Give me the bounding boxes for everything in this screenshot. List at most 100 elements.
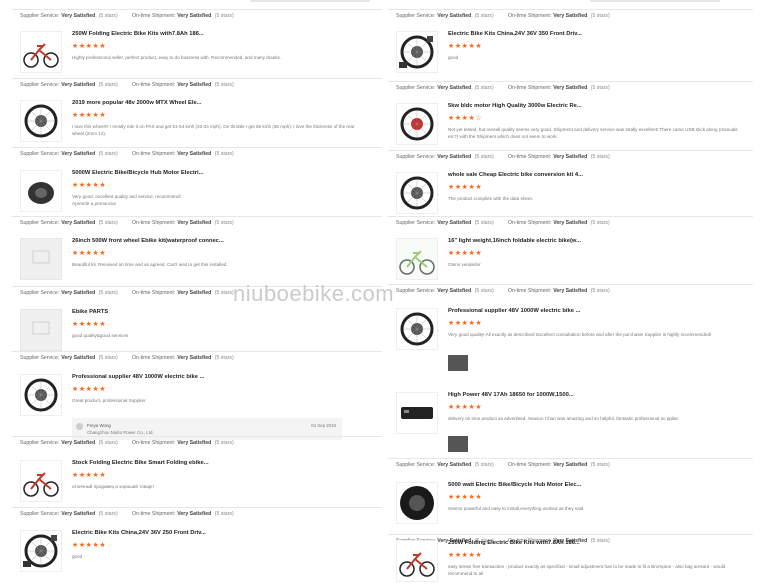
star-rating: ★★★★★ (448, 492, 483, 501)
star-rating: ★★★★★ (72, 470, 107, 479)
supplier-service-label: Supplier Service: (20, 151, 60, 157)
wheel-motor-image (24, 104, 58, 138)
star-count: (5 stars) (97, 13, 118, 19)
star-rating: ★★★★★ (72, 384, 107, 393)
reply-date: 04 Sep 2019 (311, 423, 336, 428)
row-divider (12, 9, 382, 10)
star-count: (5 stars) (97, 151, 118, 157)
product-thumbnail[interactable] (396, 31, 438, 73)
shipment-rating: On-time Shipment: Very Satisfied (5 stars… (508, 154, 610, 160)
supplier-service-rating: Supplier Service:Very Satisfied (5 stars… (396, 154, 494, 160)
star-count: (5 stars) (473, 85, 494, 91)
product-title-link[interactable]: 5kw bldc motor High Quality 3000w Electr… (448, 103, 582, 109)
product-thumbnail[interactable] (20, 460, 62, 502)
satisfaction-value: Very Satisfied (177, 511, 212, 517)
product-title-link[interactable]: 250W Folding Electric Bike Kits with7.8A… (72, 31, 204, 37)
product-title-link[interactable]: Ebike PARTS (72, 309, 108, 315)
star-rating: ★★★★★ (72, 540, 107, 549)
review-photo-attachment[interactable] (448, 355, 468, 371)
review-item: Stock Folding Electric Bike Smart Foldin… (12, 460, 382, 504)
product-thumbnail[interactable] (20, 374, 62, 416)
satisfaction-value: Very Satisfied (61, 440, 96, 446)
satisfaction-value: Very Satisfied (177, 440, 212, 446)
star-count: (5 stars) (213, 13, 234, 19)
satisfaction-value: Very Satisfied (61, 355, 96, 361)
row-divider (12, 436, 382, 437)
satisfaction-value: Very Satisfied (553, 288, 588, 294)
shipment-rating: On-time Shipment: Very Satisfied (5 stars… (508, 220, 610, 226)
product-thumbnail[interactable] (20, 31, 62, 73)
product-title-link[interactable]: Professional supplier 48V 1000W electric… (448, 308, 580, 314)
product-title-link[interactable]: Professional supplier 48V 1000W electric… (72, 374, 204, 380)
star-rating: ★★★★★ (448, 402, 483, 411)
row-divider (388, 458, 753, 459)
star-count: (5 stars) (97, 220, 118, 226)
row-divider (388, 9, 753, 10)
product-thumbnail[interactable] (20, 530, 62, 572)
product-title-link[interactable]: 26inch 500W front wheel Ebike kit(waterp… (72, 238, 224, 244)
product-thumbnail[interactable] (396, 238, 438, 280)
review-text: Highly professional seller, perfect prod… (72, 55, 282, 60)
satisfaction-value: Very Satisfied (61, 511, 96, 517)
supplier-service-rating: Supplier Service:Very Satisfied (5 stars… (20, 511, 118, 517)
review-item: 250W Folding Electric Bike Kits with7.8A… (388, 540, 753, 584)
row-divider (388, 150, 753, 151)
satisfaction-value: Very Satisfied (61, 151, 96, 157)
star-count: (5 stars) (589, 85, 610, 91)
review-photo-attachment[interactable] (448, 436, 468, 452)
star-rating: ★★★★★ (72, 319, 107, 328)
product-thumbnail[interactable] (396, 482, 438, 524)
wheel-image (400, 176, 434, 210)
product-title-link[interactable]: 5000W Electric Bike/Bicycle Hub Motor El… (72, 170, 203, 176)
star-count: (5 stars) (473, 154, 494, 160)
product-title-link[interactable]: 2019 more popular 48v 2000w MTX Wheel El… (72, 100, 202, 106)
shipment-label: On-time Shipment: (508, 220, 552, 226)
product-title-link[interactable]: High Power 48V 17Ah 18650 for 1000W,1500… (448, 392, 574, 398)
product-thumbnail[interactable] (396, 103, 438, 145)
shipment-rating: On-time Shipment: Very Satisfied (5 stars… (508, 13, 610, 19)
star-count: (5 stars) (97, 511, 118, 517)
product-thumbnail[interactable] (20, 100, 62, 142)
product-title-link[interactable]: 16" light weight,16inch foldable electri… (448, 238, 581, 244)
product-title-link[interactable]: Electric Bike Kits China,24V 36V 250 Fro… (72, 530, 206, 536)
product-title-link[interactable]: 5000 watt Electric Bike/Bicycle Hub Moto… (448, 482, 581, 488)
star-count: (5 stars) (473, 462, 494, 468)
supplier-service-rating: Supplier Service:Very Satisfied (5 stars… (396, 220, 494, 226)
star-count: (5 stars) (589, 462, 610, 468)
supplier-rating-row: Supplier Service:Very Satisfied (5 stars… (12, 509, 382, 521)
product-title-link[interactable]: 250W Folding Electric Bike Kits with7.8A… (448, 540, 580, 546)
product-thumbnail[interactable] (20, 238, 62, 280)
supplier-service-label: Supplier Service: (20, 220, 60, 226)
satisfaction-value: Very Satisfied (177, 290, 212, 296)
supplier-rating-row: Supplier Service:Very Satisfied (5 stars… (388, 286, 753, 298)
review-text: Seems powerful and easy to install,every… (448, 506, 584, 511)
product-title-link[interactable]: whole sale Cheap Electric bike conversio… (448, 172, 583, 178)
star-rating: ★★★★★ (72, 110, 107, 119)
star-count: (5 stars) (589, 220, 610, 226)
satisfaction-value: Very Satisfied (61, 220, 96, 226)
product-thumbnail[interactable] (396, 392, 438, 434)
supplier-service-rating: Supplier Service:Very Satisfied (5 stars… (20, 151, 118, 157)
folding-bike-image (23, 472, 59, 497)
supplier-rating-row: Supplier Service:Very Satisfied (5 stars… (12, 11, 382, 23)
product-title-link[interactable]: Stock Folding Electric Bike Smart Foldin… (72, 460, 209, 466)
star-rating: ★★★★☆ (448, 113, 483, 122)
product-thumbnail[interactable] (20, 170, 62, 212)
supplier-rating-row: Supplier Service:Very Satisfied (5 stars… (388, 83, 753, 95)
shipment-label: On-time Shipment: (132, 220, 176, 226)
review-text: Not yet tested, but overall quality seem… (448, 127, 738, 139)
review-item: Electric Bike Kits China,24V 36V 250 Fro… (12, 530, 382, 574)
product-thumbnail[interactable] (396, 540, 438, 582)
review-item: Ebike PARTS ★★★★★ good quality&good servic… (12, 309, 382, 353)
product-title-link[interactable]: Electric Bike Kits China,24V 36V 350 Fro… (448, 31, 582, 37)
product-thumbnail[interactable] (396, 172, 438, 214)
review-text: отличный продавец и хороший товар!! (72, 484, 154, 489)
product-thumbnail[interactable] (396, 308, 438, 350)
supplier-rating-row: Supplier Service:Very Satisfied (5 stars… (12, 80, 382, 92)
star-count: (5 stars) (213, 220, 234, 226)
battery-image (401, 407, 433, 419)
shipment-rating: On-time Shipment: Very Satisfied (5 stars… (132, 13, 234, 19)
product-thumbnail[interactable] (20, 309, 62, 351)
watermark: niuboebike.com (233, 281, 395, 306)
review-item: 5000W Electric Bike/Bicycle Hub Motor El… (12, 170, 382, 214)
